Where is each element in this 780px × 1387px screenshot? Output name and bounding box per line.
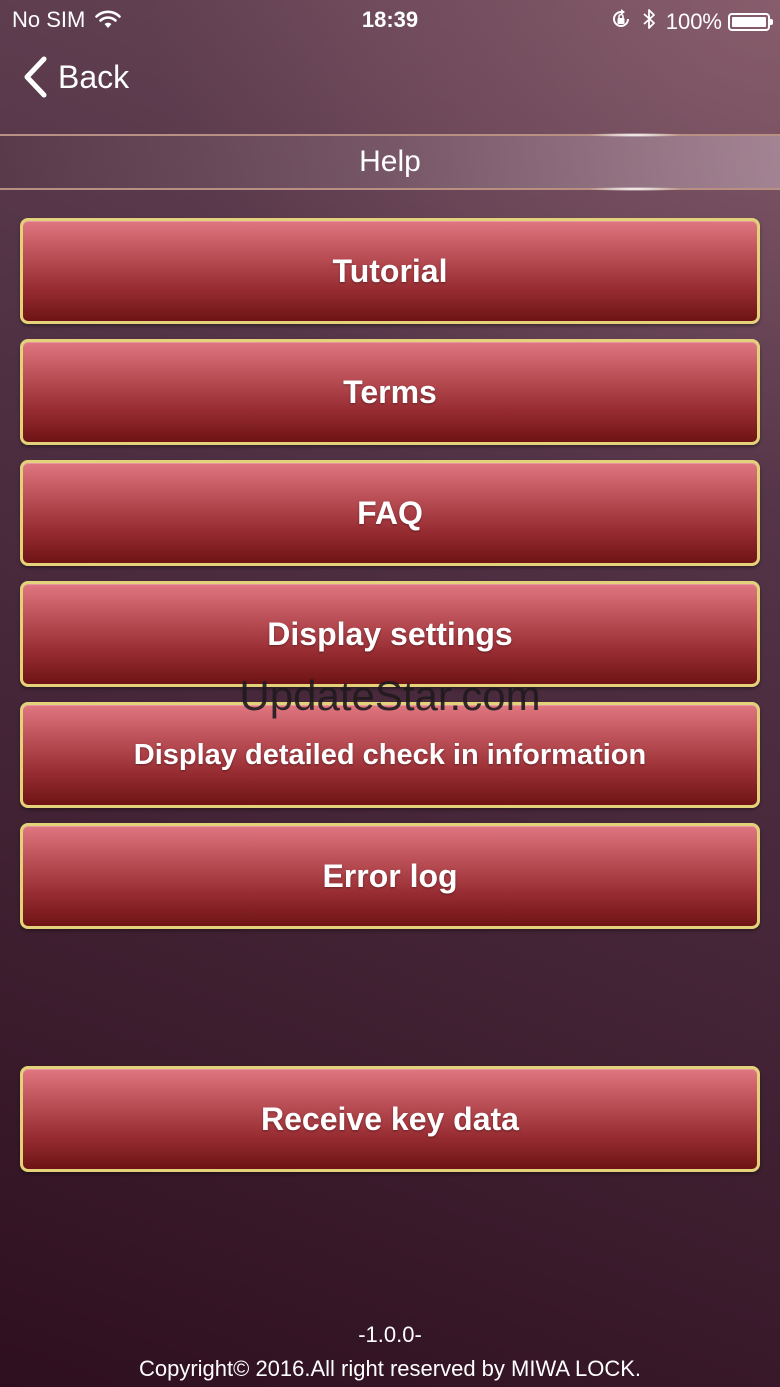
status-bar: No SIM 18:39 100% [0, 0, 780, 40]
version-label: -1.0.0- [358, 1322, 422, 1347]
battery-icon [728, 13, 773, 31]
receive-key-data-button[interactable]: Receive key data [20, 1066, 760, 1172]
back-label: Back [58, 58, 130, 95]
chevron-left-icon [22, 56, 48, 98]
tutorial-button[interactable]: Tutorial [20, 218, 760, 324]
display-detailed-check-in-button[interactable]: Display detailed check in information [20, 702, 760, 808]
title-bar: Help [0, 133, 780, 191]
back-button[interactable]: Back [22, 56, 129, 98]
rotation-lock-icon [610, 8, 632, 36]
status-right: 100% [610, 7, 773, 37]
bluetooth-icon [642, 7, 656, 37]
faq-button[interactable]: FAQ [20, 460, 760, 566]
terms-button[interactable]: Terms [20, 339, 760, 445]
battery-percent: 100% [665, 9, 722, 34]
copyright-label: Copyright© 2016.All right reserved by MI… [138, 1356, 642, 1381]
page-title: Help [359, 145, 421, 178]
title-bar-glow-bottom [590, 187, 680, 191]
display-settings-button[interactable]: Display settings [20, 581, 760, 687]
error-log-button[interactable]: Error log [20, 823, 760, 929]
